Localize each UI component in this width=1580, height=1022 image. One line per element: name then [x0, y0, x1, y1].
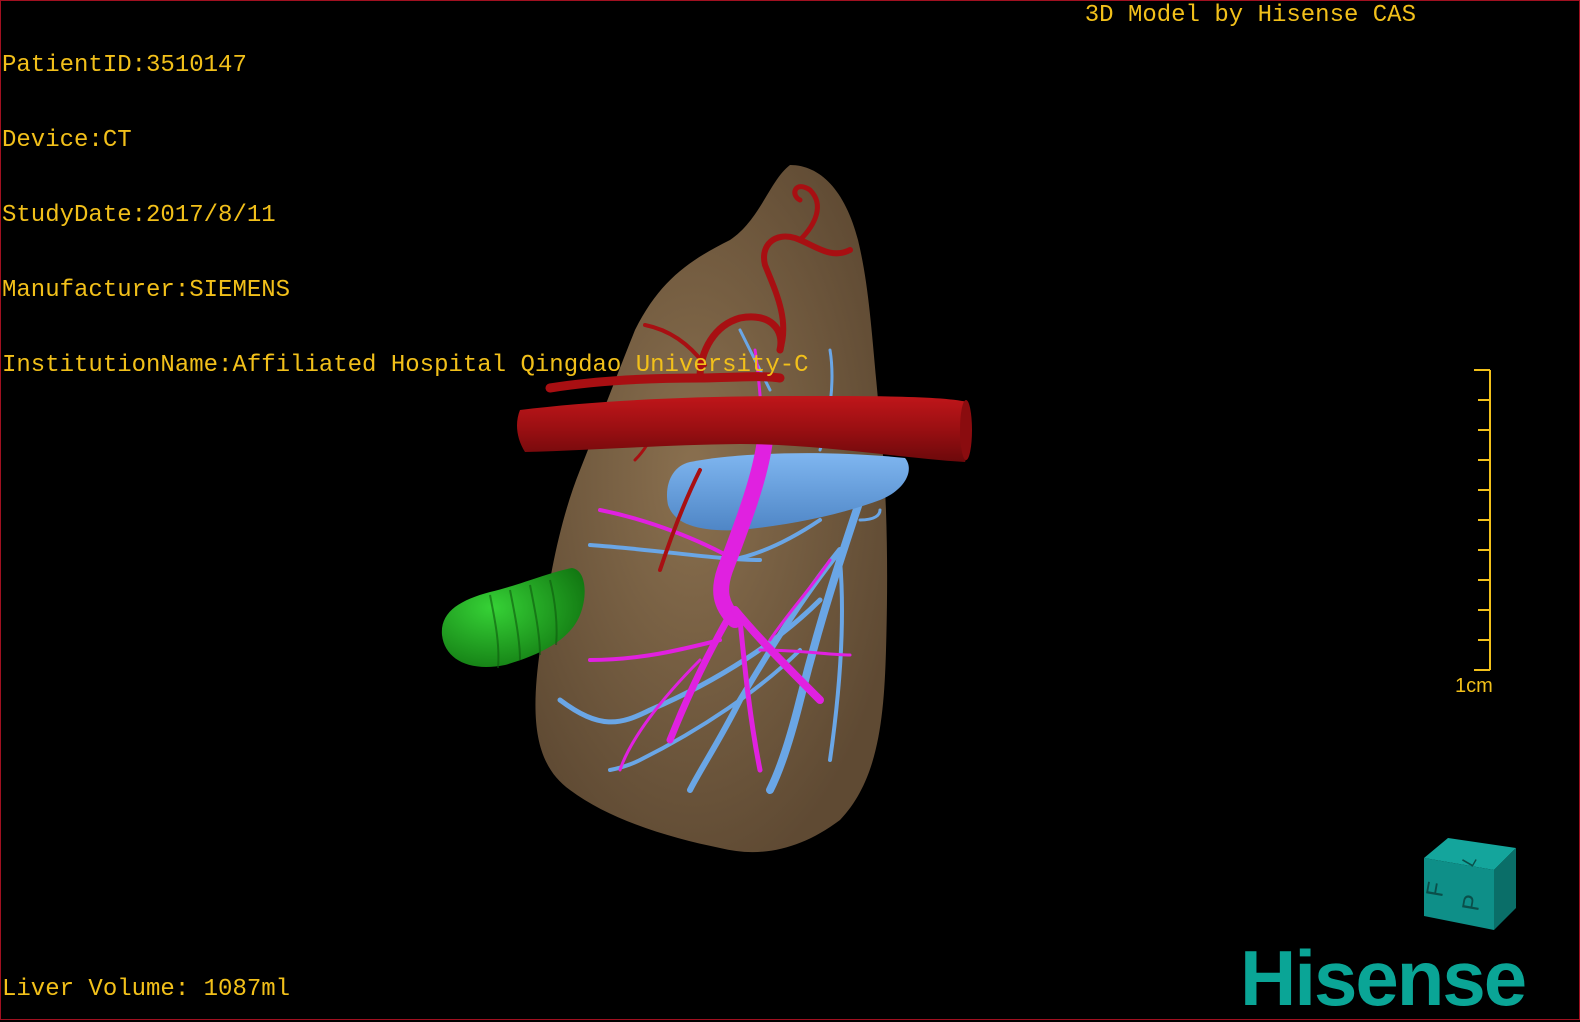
scale-bar-label: 1cm — [1455, 675, 1493, 697]
scale-bar-icon — [1474, 369, 1491, 671]
manufacturer: Manufacturer:SIEMENS — [2, 277, 291, 304]
model-brand-text: 3D Model by Hisense CAS — [1084, 2, 1416, 29]
device: Device:CT — [2, 127, 132, 154]
orientation-cube-icon[interactable]: F L P — [1421, 838, 1516, 930]
hisense-logo: Hisense — [1240, 934, 1527, 1022]
patient-id: PatientID:3510147 — [2, 52, 247, 79]
institution-name: InstitutionName:Affiliated Hospital Qing… — [2, 352, 809, 379]
study-date: StudyDate:2017/8/11 — [2, 202, 276, 229]
liver-volume: Liver Volume: 1087ml — [2, 976, 291, 1003]
patient-info-overlay: PatientID:3510147 Device:CT StudyDate:20… — [2, 3, 809, 403]
aorta-end-cap — [960, 400, 972, 460]
